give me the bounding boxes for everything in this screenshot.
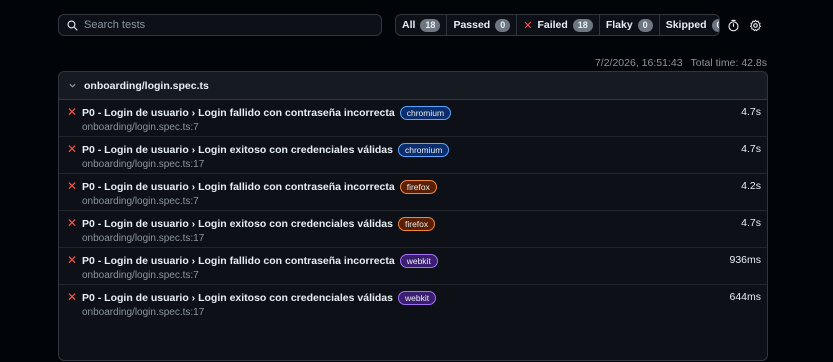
filter-passed[interactable]: Passed 0: [447, 15, 518, 35]
test-duration: 936ms: [729, 254, 761, 266]
total-time: Total time: 42.8s: [690, 57, 767, 69]
test-duration: 4.7s: [741, 143, 761, 155]
filter-skipped[interactable]: Skipped 0: [660, 15, 719, 35]
test-location: onboarding/login.spec.ts:7: [82, 270, 199, 281]
filter-failed-count: 18: [572, 18, 593, 32]
test-row[interactable]: ✕ P0 - Login de usuario › Login exitoso …: [59, 137, 767, 174]
failed-status-icon: ✕: [67, 142, 78, 156]
chevron-down-icon: [68, 81, 77, 90]
test-title-text: P0 - Login de usuario › Login fallido co…: [82, 255, 395, 267]
search-input[interactable]: [84, 19, 364, 31]
filter-failed[interactable]: ✕ Failed 18: [517, 15, 600, 35]
suite-header[interactable]: onboarding/login.spec.ts: [59, 72, 767, 100]
test-row[interactable]: ✕ P0 - Login de usuario › Login fallido …: [59, 248, 767, 285]
status-filter-bar: All 18 Passed 0 ✕ Failed 18 Flaky 0 Skip…: [395, 14, 720, 36]
test-title-text: P0 - Login de usuario › Login fallido co…: [82, 107, 395, 119]
run-metadata: 7/2/2026, 16:51:43 Total time: 42.8s: [595, 57, 767, 69]
test-title[interactable]: P0 - Login de usuario › Login exitoso co…: [82, 291, 437, 305]
failed-icon: ✕: [523, 19, 533, 32]
filter-skipped-count: 0: [711, 18, 719, 32]
failed-status-icon: ✕: [67, 105, 78, 119]
suite-file-name: onboarding/login.spec.ts: [84, 79, 209, 92]
settings-button[interactable]: [744, 14, 766, 36]
test-location: onboarding/login.spec.ts:17: [82, 233, 205, 244]
filter-flaky-count: 0: [637, 18, 653, 32]
filter-all[interactable]: All 18: [396, 15, 448, 35]
filter-passed-label: Passed: [453, 19, 491, 31]
test-title[interactable]: P0 - Login de usuario › Login exitoso co…: [82, 217, 436, 231]
test-duration: 4.7s: [741, 106, 761, 118]
project-tag[interactable]: firefox: [399, 180, 437, 194]
timer-button[interactable]: [722, 14, 744, 36]
filter-all-count: 18: [420, 18, 441, 32]
failed-status-icon: ✕: [67, 179, 78, 193]
project-tag[interactable]: webkit: [399, 254, 438, 268]
test-location: onboarding/login.spec.ts:7: [82, 196, 199, 207]
stopwatch-icon: [727, 19, 739, 31]
test-title-text: P0 - Login de usuario › Login exitoso co…: [82, 144, 393, 156]
test-duration: 4.2s: [741, 180, 761, 192]
search-box[interactable]: [58, 14, 382, 36]
test-title[interactable]: P0 - Login de usuario › Login exitoso co…: [82, 143, 450, 157]
gear-icon: [749, 19, 761, 31]
test-location: onboarding/login.spec.ts:17: [82, 307, 205, 318]
test-location: onboarding/login.spec.ts:17: [82, 159, 205, 170]
filter-failed-label: Failed: [537, 19, 568, 31]
test-row[interactable]: ✕ P0 - Login de usuario › Login exitoso …: [59, 211, 767, 248]
test-title-text: P0 - Login de usuario › Login exitoso co…: [82, 218, 393, 230]
filter-skipped-label: Skipped: [665, 19, 707, 31]
failed-status-icon: ✕: [67, 290, 78, 304]
search-icon: [67, 19, 78, 31]
failed-status-icon: ✕: [67, 216, 78, 230]
project-tag[interactable]: chromium: [399, 106, 452, 120]
filter-all-label: All: [402, 19, 416, 31]
filter-flaky-label: Flaky: [605, 19, 633, 31]
test-suite-panel: onboarding/login.spec.ts ✕ P0 - Login de…: [58, 71, 768, 361]
test-title[interactable]: P0 - Login de usuario › Login fallido co…: [82, 254, 438, 268]
project-tag[interactable]: chromium: [398, 143, 450, 157]
test-title-text: P0 - Login de usuario › Login fallido co…: [82, 181, 395, 193]
run-datetime: 7/2/2026, 16:51:43: [594, 57, 683, 69]
test-title[interactable]: P0 - Login de usuario › Login fallido co…: [82, 106, 452, 120]
filter-flaky[interactable]: Flaky 0: [600, 15, 660, 35]
project-tag[interactable]: firefox: [398, 217, 436, 231]
filter-passed-count: 0: [495, 18, 511, 32]
test-duration: 4.7s: [741, 217, 761, 229]
test-location: onboarding/login.spec.ts:7: [82, 122, 199, 133]
test-title[interactable]: P0 - Login de usuario › Login fallido co…: [82, 180, 437, 194]
test-row[interactable]: ✕ P0 - Login de usuario › Login fallido …: [59, 174, 767, 211]
test-duration: 644ms: [729, 291, 761, 303]
test-row[interactable]: ✕ P0 - Login de usuario › Login exitoso …: [59, 285, 767, 322]
test-row[interactable]: ✕ P0 - Login de usuario › Login fallido …: [59, 100, 767, 137]
test-title-text: P0 - Login de usuario › Login exitoso co…: [82, 292, 393, 304]
failed-status-icon: ✕: [67, 253, 78, 267]
project-tag[interactable]: webkit: [398, 291, 437, 305]
